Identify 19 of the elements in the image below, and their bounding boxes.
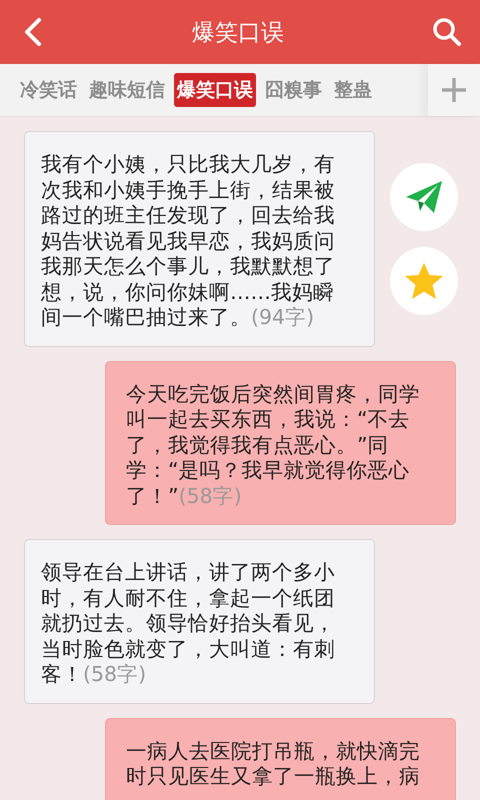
paper-plane-icon (404, 179, 444, 215)
character-count: (58字) (83, 662, 146, 686)
category-tab[interactable]: 爆笑口误 (174, 73, 256, 107)
category-tab[interactable]: 冷笑话 (17, 73, 80, 107)
joke-text: 我有个小姨，只比我大几岁，有次我和小姨手挽手上街，结果被路过的班主任发现了，回去给我妈告状说看见我早恋，我妈质问我那天怎么个事儿，我默默想了想，说，你问你妹啊……我妈瞬间一个嘴巴抽过来了。(94字) (41, 152, 336, 330)
add-category-button[interactable] (428, 64, 480, 116)
character-count: (58字) (178, 484, 242, 508)
back-icon (22, 17, 44, 47)
star-icon (404, 262, 444, 300)
category-tab[interactable]: 整蛊 (331, 73, 375, 107)
category-tab[interactable]: 囧糗事 (262, 73, 325, 107)
page-title: 爆笑口误 (192, 18, 284, 48)
plus-icon (441, 77, 467, 103)
joke-text: 一病人去医院打吊瓶，就快滴完时只见医生又拿了一瓶换上，病 (126, 738, 421, 790)
joke-text: 今天吃完饭后突然间胃疼，同学叫一起去买东西，我说：“不去了，我觉得我有点恶心。”同学：“是吗？我早就觉得你恶心了！”(58字) (126, 382, 421, 509)
character-count: (94字) (251, 305, 314, 329)
joke-text: 领导在台上讲话，讲了两个多小时，有人耐不住，拿起一个纸团就扔过去。领导恰好抬头看见，当时脸色就变了，大叫道：有刺客！(58字) (41, 560, 336, 688)
search-icon (432, 17, 462, 47)
category-tab[interactable]: 趣味短信 (86, 73, 168, 107)
